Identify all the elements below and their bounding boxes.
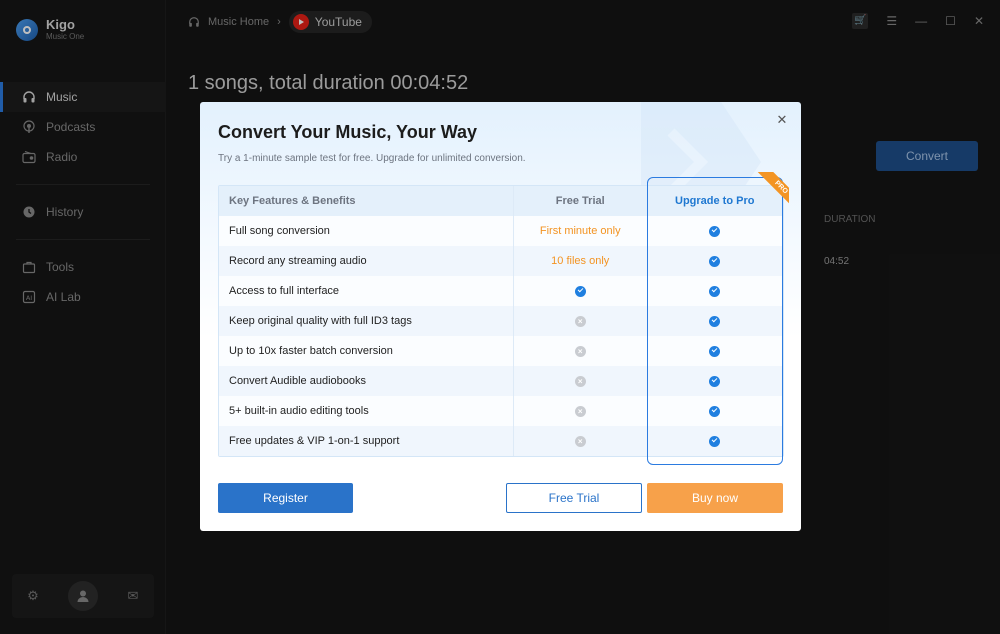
table-row: Access to full interface xyxy=(219,276,783,306)
free-cell: 10 files only xyxy=(512,246,647,276)
table-row: 5+ built-in audio editing tools × xyxy=(219,396,783,426)
upgrade-dialog: Convert Your Music, Your Way Try a 1-min… xyxy=(200,102,801,531)
feature-label: 5+ built-in audio editing tools xyxy=(229,405,369,417)
table-row: Full song conversion First minute only xyxy=(219,216,783,246)
free-limit-text: 10 files only xyxy=(551,255,610,267)
register-button[interactable]: Register xyxy=(218,483,353,513)
free-trial-button[interactable]: Free Trial xyxy=(506,483,642,513)
pro-cell xyxy=(646,336,783,366)
feature-label: Access to full interface xyxy=(229,285,340,297)
pro-ribbon: PRO xyxy=(753,172,789,208)
check-icon xyxy=(574,285,586,297)
feature-label: Full song conversion xyxy=(229,225,330,237)
pro-badge: PRO xyxy=(755,172,789,208)
check-icon xyxy=(709,285,721,297)
cross-icon: × xyxy=(574,405,586,417)
table-row: Record any streaming audio 10 files only xyxy=(219,246,783,276)
free-cell: First minute only xyxy=(512,216,647,246)
cross-icon: × xyxy=(574,375,586,387)
feature-label: Convert Audible audiobooks xyxy=(229,375,366,387)
dialog-title: Convert Your Music, Your Way xyxy=(218,122,478,142)
feature-label: Up to 10x faster batch conversion xyxy=(229,345,393,357)
cross-icon: × xyxy=(574,345,586,357)
pro-cell xyxy=(646,276,783,306)
check-icon xyxy=(709,375,721,387)
pro-cell xyxy=(646,366,783,396)
check-icon xyxy=(709,435,721,447)
close-icon[interactable]: ✕ xyxy=(775,113,789,127)
free-cell: × xyxy=(512,426,647,456)
feature-comparison-table: Key Features & Benefits Free Trial Upgra… xyxy=(218,185,784,457)
check-icon xyxy=(709,345,721,357)
pro-cell xyxy=(646,396,783,426)
feature-label: Free updates & VIP 1-on-1 support xyxy=(229,435,400,447)
free-cell: × xyxy=(512,366,647,396)
column-header-free: Free Trial xyxy=(512,186,647,216)
buy-now-button[interactable]: Buy now xyxy=(647,483,783,513)
check-icon xyxy=(709,315,721,327)
table-row: Keep original quality with full ID3 tags… xyxy=(219,306,783,336)
free-cell xyxy=(512,276,647,306)
table-row: Free updates & VIP 1-on-1 support × xyxy=(219,426,783,456)
feature-label: Keep original quality with full ID3 tags xyxy=(229,315,412,327)
column-header-features: Key Features & Benefits xyxy=(229,195,356,207)
free-cell: × xyxy=(512,336,647,366)
check-icon xyxy=(709,405,721,417)
free-limit-text: First minute only xyxy=(539,225,621,237)
cross-icon: × xyxy=(574,315,586,327)
free-cell: × xyxy=(512,306,647,336)
dialog-subtitle: Try a 1-minute sample test for free. Upg… xyxy=(218,153,526,164)
table-row: Up to 10x faster batch conversion × xyxy=(219,336,783,366)
table-row: Convert Audible audiobooks × xyxy=(219,366,783,396)
pro-cell xyxy=(646,216,783,246)
pro-cell xyxy=(646,246,783,276)
feature-label: Record any streaming audio xyxy=(229,255,367,267)
table-header-row: Key Features & Benefits Free Trial Upgra… xyxy=(219,186,783,216)
pro-cell xyxy=(646,426,783,456)
pro-cell xyxy=(646,306,783,336)
free-cell: × xyxy=(512,396,647,426)
check-icon xyxy=(709,255,721,267)
check-icon xyxy=(709,225,721,237)
cross-icon: × xyxy=(574,435,586,447)
